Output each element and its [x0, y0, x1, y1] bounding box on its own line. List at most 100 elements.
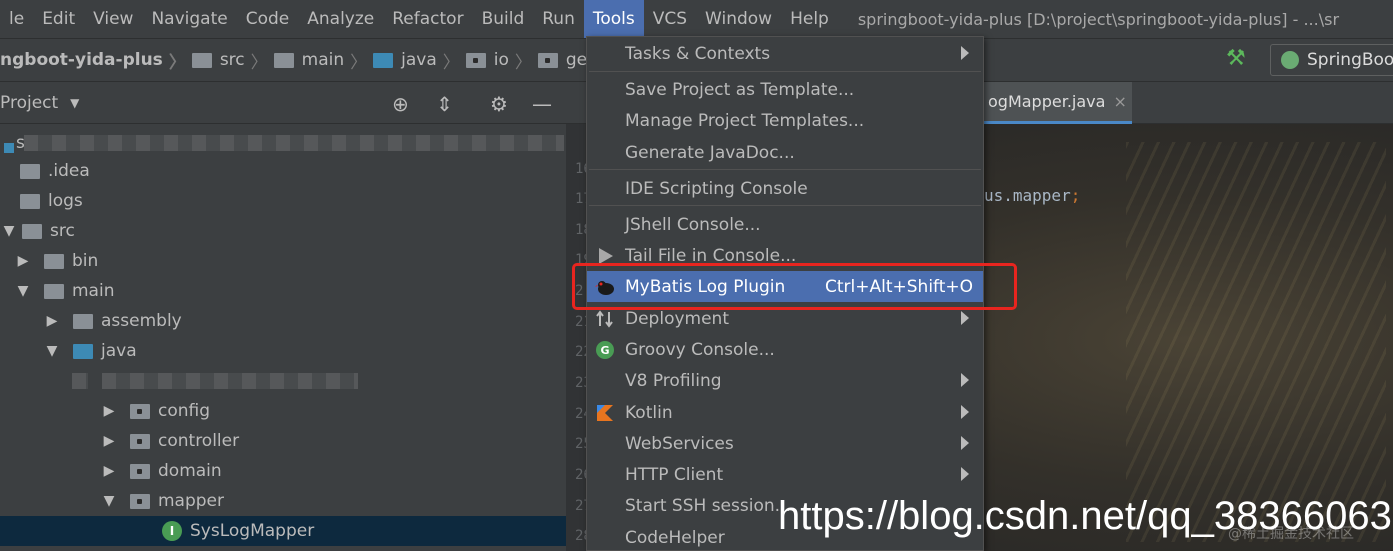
menu-item-label: Kotlin: [625, 402, 673, 423]
breadcrumb-separator: 〉: [442, 52, 460, 73]
menu-item-v8-profiling[interactable]: V8 Profiling: [587, 365, 983, 396]
menu-run[interactable]: Run: [533, 0, 584, 38]
menu-item-kotlin[interactable]: Kotlin: [587, 397, 983, 428]
tree-item-assembly[interactable]: ▶ assembly: [0, 306, 566, 336]
menu-window[interactable]: Window: [696, 0, 781, 38]
menu-separator: [589, 205, 981, 206]
package-icon: [537, 52, 558, 68]
tree-item-syslogmapper[interactable]: I SysLogMapper: [0, 516, 566, 546]
menu-item-tasks-contexts[interactable]: Tasks & Contexts: [587, 38, 983, 69]
expand-arrow-icon[interactable]: ▼: [43, 343, 61, 359]
menu-edit[interactable]: Edit: [33, 0, 84, 38]
menu-item-label: HTTP Client: [625, 464, 724, 485]
menu-item-label: Save Project as Template...: [625, 79, 855, 100]
expand-arrow-icon[interactable]: ▼: [100, 493, 118, 509]
breadcrumb-io[interactable]: io 〉: [465, 48, 538, 73]
tree-item-main[interactable]: ▼ main: [0, 276, 566, 306]
tree-item-config[interactable]: ▶ config: [0, 396, 566, 426]
breadcrumb-main[interactable]: main 〉: [273, 48, 373, 73]
tree-item-domain[interactable]: ▶ domain: [0, 456, 566, 486]
expand-arrow-icon[interactable]: ▼: [14, 283, 32, 299]
expand-arrow-icon[interactable]: ▼: [0, 223, 18, 239]
tree-item-logs[interactable]: logs: [0, 186, 566, 216]
menu-tools[interactable]: Tools: [583, 0, 644, 38]
tree-item-label: logs: [48, 191, 83, 211]
tree-item-label: assembly: [101, 311, 182, 331]
breadcrumb-label: main: [301, 50, 345, 70]
menu-item-label: Manage Project Templates...: [625, 110, 865, 131]
blurred-path: [24, 135, 564, 151]
menu-analyze[interactable]: Analyze: [298, 0, 383, 38]
hide-icon[interactable]: —: [532, 92, 552, 116]
close-icon[interactable]: ×: [1113, 92, 1126, 111]
tree-item-label: SysLogMapper: [190, 521, 315, 541]
menu-item-label: Tasks & Contexts: [625, 43, 771, 64]
tree-item-blurred-package[interactable]: [0, 366, 566, 396]
source-folder-icon: [73, 343, 93, 359]
breadcrumb-java[interactable]: java 〉: [373, 48, 466, 73]
tree-item-mapper[interactable]: ▼ mapper: [0, 486, 566, 516]
code-text: us.mapper: [984, 186, 1071, 205]
breadcrumb-separator: 〉: [250, 52, 268, 73]
folder-icon: [191, 52, 212, 68]
menu-item-ide-scripting-console[interactable]: IDE Scripting Console: [587, 173, 983, 204]
menu-item-label: Groovy Console...: [625, 339, 775, 360]
breadcrumb-label: java: [401, 50, 437, 70]
menu-item-manage-project-templates[interactable]: Manage Project Templates...: [587, 105, 983, 136]
collapse-arrow-icon[interactable]: ▶: [100, 433, 118, 449]
tree-item-java[interactable]: ▼ java: [0, 336, 566, 366]
groovy-icon: G: [596, 341, 614, 359]
source-folder-icon: [373, 52, 394, 68]
chevron-down-icon[interactable]: ▼: [70, 96, 79, 110]
locate-icon[interactable]: ⊕: [392, 92, 409, 116]
tree-item-label: mapper: [158, 491, 225, 511]
editor-tab-syslogmapper[interactable]: ogMapper.java ×: [978, 82, 1132, 124]
tree-item-bin[interactable]: ▶ bin: [0, 246, 566, 276]
menu-build[interactable]: Build: [473, 0, 534, 38]
breadcrumb-src[interactable]: src 〉: [191, 48, 274, 73]
blurred-package-name: [102, 373, 358, 389]
tree-root[interactable]: s: [0, 128, 566, 158]
submenu-arrow-icon: [961, 405, 969, 419]
run-configuration-selector[interactable]: SpringBoo: [1270, 44, 1393, 76]
menu-refactor[interactable]: Refactor: [383, 0, 472, 38]
menu-item-label: IDE Scripting Console: [625, 178, 808, 199]
tree-item-label: .idea: [48, 161, 90, 181]
blurred-package-icon: [72, 373, 88, 389]
code-line[interactable]: us.mapper;: [984, 186, 1080, 205]
breadcrumb-label: io: [493, 50, 509, 70]
menu-view[interactable]: View: [84, 0, 142, 38]
module-icon: [4, 143, 14, 153]
collapse-arrow-icon[interactable]: ▶: [43, 313, 61, 329]
collapse-arrow-icon[interactable]: ▶: [14, 253, 32, 269]
menu-help[interactable]: Help: [781, 0, 838, 38]
menu-navigate[interactable]: Navigate: [142, 0, 236, 38]
menu-item-save-project-template[interactable]: Save Project as Template...: [587, 74, 983, 105]
submenu-arrow-icon: [961, 436, 969, 450]
submenu-arrow-icon: [961, 46, 969, 60]
project-view-selector[interactable]: Project: [0, 93, 58, 113]
menu-file[interactable]: le: [0, 0, 33, 38]
menu-code[interactable]: Code: [237, 0, 299, 38]
menu-item-groovy-console[interactable]: G Groovy Console...: [587, 334, 983, 365]
breadcrumb-project[interactable]: ngboot-yida-plus 〉: [0, 48, 192, 73]
build-hammer-icon[interactable]: ⚒: [1226, 46, 1246, 71]
menu-item-jshell-console[interactable]: JShell Console...: [587, 209, 983, 240]
package-icon: [130, 403, 150, 419]
submenu-arrow-icon: [961, 373, 969, 387]
tree-item-controller[interactable]: ▶ controller: [0, 426, 566, 456]
tree-item-idea[interactable]: .idea: [0, 156, 566, 186]
tree-item-label: java: [101, 341, 137, 361]
folder-icon: [20, 163, 40, 179]
gear-icon[interactable]: ⚙: [490, 92, 508, 116]
menu-vcs[interactable]: VCS: [644, 0, 696, 38]
collapse-arrow-icon[interactable]: ▶: [100, 403, 118, 419]
menu-item-webservices[interactable]: WebServices: [587, 428, 983, 459]
menu-item-generate-javadoc[interactable]: Generate JavaDoc...: [587, 137, 983, 168]
collapse-arrow-icon[interactable]: ▶: [100, 463, 118, 479]
project-panel-header: Project ▼ ⊕ ⇕ ⚙ —: [0, 82, 566, 124]
collapse-all-icon[interactable]: ⇕: [436, 92, 453, 116]
breadcrumb-project-label: ngboot-yida-plus: [0, 50, 163, 70]
tree-item-src[interactable]: ▼ src: [0, 216, 566, 246]
menu-item-http-client[interactable]: HTTP Client: [587, 459, 983, 490]
